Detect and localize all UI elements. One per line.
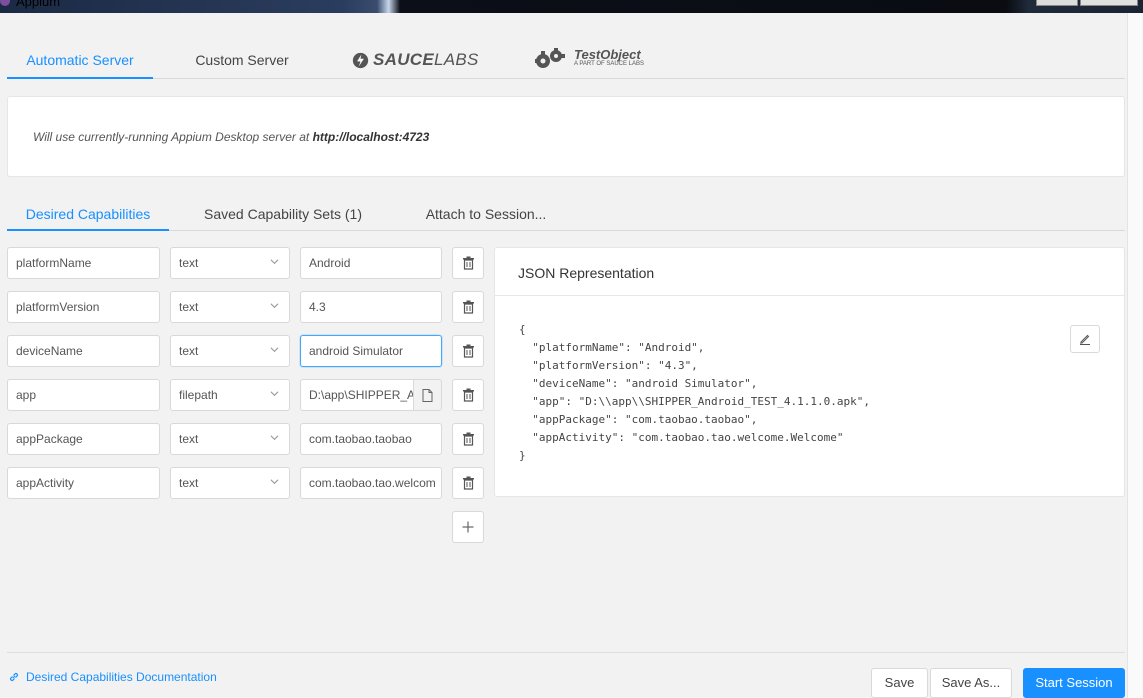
chevron-down-icon xyxy=(270,303,279,309)
capability-type-value: text xyxy=(179,476,199,490)
testobject-gears-icon xyxy=(535,48,565,68)
chevron-down-icon xyxy=(270,259,279,265)
capability-type-select[interactable]: text xyxy=(170,467,290,499)
add-capability-button[interactable] xyxy=(452,511,484,543)
server-tabs: Automatic Server Custom Server SAUCELABS… xyxy=(7,44,1125,79)
browse-file-button[interactable] xyxy=(413,379,442,411)
json-content: { "platformName": "Android", "platformVe… xyxy=(519,323,870,462)
capability-name-input[interactable]: app xyxy=(7,379,160,411)
saucelabs-brand: SAUCE xyxy=(373,50,435,69)
chevron-down-icon xyxy=(270,435,279,441)
capability-type-value: text xyxy=(179,344,199,358)
save-button[interactable]: Save xyxy=(871,668,928,698)
capability-value-input[interactable]: com.taobao.tao.welcom xyxy=(300,467,442,499)
capability-type-select[interactable]: text xyxy=(170,291,290,323)
delete-capability-button[interactable] xyxy=(452,379,484,411)
capability-row: deviceName text android Simulator xyxy=(7,335,487,367)
window-close-button[interactable] xyxy=(1080,0,1138,6)
testobject-sub: A PART OF SAUCE LABS xyxy=(574,61,645,67)
window-minimize-button[interactable] xyxy=(1036,0,1078,6)
trash-icon xyxy=(462,432,474,446)
edit-pencil-icon xyxy=(1080,334,1090,345)
capability-name-input[interactable]: appPackage xyxy=(7,423,160,455)
capability-type-value: text xyxy=(179,432,199,446)
tab-saved-capability-sets[interactable]: Saved Capability Sets (1) xyxy=(197,206,369,231)
capability-row: appPackage text com.taobao.taobao xyxy=(7,423,487,455)
capability-type-value: filepath xyxy=(179,388,218,402)
server-info-panel: Will use currently-running Appium Deskto… xyxy=(7,96,1125,177)
desired-capabilities-docs-link[interactable]: Desired Capabilities Documentation xyxy=(8,670,217,684)
start-session-button[interactable]: Start Session xyxy=(1023,668,1125,698)
json-panel-title: JSON Representation xyxy=(518,265,655,281)
capability-row: app filepath D:\app\SHIPPER_A xyxy=(7,379,487,411)
scrollbar-strip xyxy=(1127,13,1143,698)
chevron-down-icon xyxy=(270,347,279,353)
link-icon xyxy=(9,672,19,682)
capability-value-input[interactable]: Android xyxy=(300,247,442,279)
tab-custom-server[interactable]: Custom Server xyxy=(177,52,307,79)
trash-icon xyxy=(462,388,474,402)
json-panel-header: JSON Representation xyxy=(495,248,1124,296)
capability-name-input[interactable]: platformVersion xyxy=(7,291,160,323)
title-bar: Appium xyxy=(0,0,1143,13)
testobject-brand: TestObject xyxy=(574,47,641,62)
tab-attach-to-session[interactable]: Attach to Session... xyxy=(413,206,559,231)
delete-capability-button[interactable] xyxy=(452,291,484,323)
appium-app-icon xyxy=(0,0,10,6)
docs-link-label: Desired Capabilities Documentation xyxy=(26,670,217,684)
saucelabs-logo-icon xyxy=(352,52,369,68)
capability-type-select[interactable]: text xyxy=(170,247,290,279)
capability-type-select[interactable]: text xyxy=(170,335,290,367)
json-representation-panel: JSON Representation { "platformName": "A… xyxy=(494,247,1125,497)
capability-tabs: Desired Capabilities Saved Capability Se… xyxy=(7,197,1125,231)
chevron-down-icon xyxy=(270,391,279,397)
trash-icon xyxy=(462,476,474,490)
chevron-down-icon xyxy=(270,479,279,485)
trash-icon xyxy=(462,344,474,358)
server-info-label: Will use currently-running Appium Deskto… xyxy=(33,130,310,144)
capability-value-input[interactable]: android Simulator xyxy=(300,335,442,367)
capability-name-input[interactable]: deviceName xyxy=(7,335,160,367)
server-url: http://localhost:4723 xyxy=(312,130,430,144)
delete-capability-button[interactable] xyxy=(452,467,484,499)
capability-value-input[interactable]: D:\app\SHIPPER_A xyxy=(300,379,414,411)
file-icon xyxy=(422,388,433,402)
tab-saucelabs[interactable]: SAUCELABS xyxy=(352,50,479,70)
trash-icon xyxy=(462,300,474,314)
capability-type-value: text xyxy=(179,256,199,270)
capability-value-input[interactable]: 4.3 xyxy=(300,291,442,323)
tab-desired-capabilities[interactable]: Desired Capabilities xyxy=(7,206,169,231)
edit-json-button[interactable] xyxy=(1070,325,1100,353)
delete-capability-button[interactable] xyxy=(452,247,484,279)
capability-name-input[interactable]: platformName xyxy=(7,247,160,279)
capability-name-input[interactable]: appActivity xyxy=(7,467,160,499)
capability-row: platformVersion text 4.3 xyxy=(7,291,487,323)
saucelabs-brand-light: LABS xyxy=(434,50,479,69)
capability-type-select[interactable]: text xyxy=(170,423,290,455)
trash-icon xyxy=(462,256,474,270)
capability-type-select[interactable]: filepath xyxy=(170,379,290,411)
save-as-button[interactable]: Save As... xyxy=(930,668,1012,698)
window-title: Appium xyxy=(16,0,61,9)
capability-row: platformName text Android xyxy=(7,247,487,279)
server-info-text: Will use currently-running Appium Deskto… xyxy=(33,130,429,144)
tab-automatic-server[interactable]: Automatic Server xyxy=(7,52,153,79)
capability-value-input[interactable]: com.taobao.taobao xyxy=(300,423,442,455)
tab-testobject[interactable]: TestObject A PART OF SAUCE LABS xyxy=(532,47,644,69)
capability-type-value: text xyxy=(179,300,199,314)
delete-capability-button[interactable] xyxy=(452,423,484,455)
footer-divider xyxy=(7,652,1125,653)
capability-row: appActivity text com.taobao.tao.welcom xyxy=(7,467,487,499)
delete-capability-button[interactable] xyxy=(452,335,484,367)
plus-icon xyxy=(462,521,474,533)
